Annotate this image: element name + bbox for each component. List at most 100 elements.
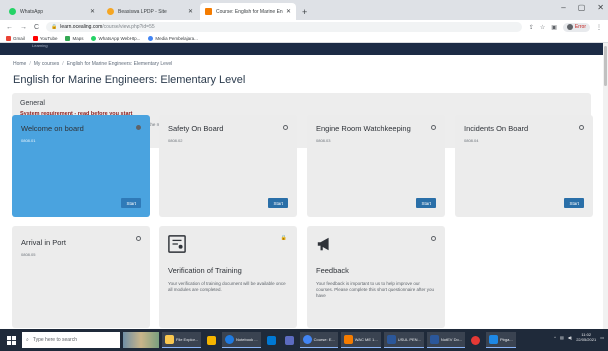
youtube-icon (32, 35, 38, 41)
avatar (566, 24, 573, 30)
menu-icon[interactable]: ⋮ (596, 24, 602, 31)
tab-label: Beasiswa LPDP - Site (118, 8, 167, 15)
taskbar-powerpoint[interactable]: WAC ME 1... (340, 332, 381, 348)
completion-status-icon (283, 125, 288, 130)
clock-date: 22/05/2021 (576, 337, 597, 342)
bookmark-label: WhatsApp WebHtp... (98, 35, 141, 41)
bookmark-youtube[interactable]: YouTube (32, 35, 57, 41)
breadcrumb-my-courses[interactable]: My courses (34, 61, 60, 70)
close-icon[interactable]: ✕ (286, 8, 291, 15)
clock[interactable]: 11:02 22/05/2021 (576, 332, 596, 342)
tab-search-icon[interactable]: ▣ (551, 24, 557, 31)
bookmark-gmail[interactable]: Gmail (6, 35, 25, 41)
breadcrumb-course[interactable]: English for Marine Engineers: Elementary… (67, 61, 173, 70)
taskbar-notebook[interactable]: Notebook ... (222, 332, 261, 348)
completion-status-icon (579, 125, 584, 130)
module-card-incidents[interactable]: Incidents On Board 0808.04 Start (455, 115, 593, 217)
module-card-feedback[interactable]: Feedback Your feedback is important to u… (307, 226, 445, 328)
navbar-text[interactable]: Learning (32, 43, 48, 48)
chevron-up-icon[interactable]: ^ (554, 335, 556, 340)
module-card-arrival[interactable]: Arrival in Port 0808.05 (12, 226, 150, 328)
forward-button[interactable]: → (20, 24, 27, 31)
notifications-icon[interactable]: ▭ (600, 335, 604, 340)
minimize-button[interactable]: – (561, 3, 565, 12)
start-button[interactable]: Start (416, 198, 436, 208)
tab-course[interactable]: Course: English for Marine Engin ✕ (200, 3, 296, 20)
mail-icon (266, 335, 276, 345)
folder-icon (165, 335, 174, 344)
bookmarks-bar: Gmail YouTube Maps WhatsApp WebHtp... Me… (0, 34, 608, 43)
module-code: 0808.01 (21, 138, 36, 143)
new-tab-button[interactable]: + (298, 3, 311, 20)
module-card-engine-room[interactable]: Engine Room Watchkeeping 0808.03 Start (307, 115, 445, 217)
close-icon[interactable]: ✕ (90, 8, 95, 15)
taskbar-file-explorer[interactable]: File Explor... (162, 332, 202, 348)
bookmark-label: Media Pembelajara... (155, 35, 198, 41)
chrome-icon (302, 335, 312, 344)
tab-label: WhatsApp (20, 8, 44, 15)
word-icon (386, 335, 396, 344)
module-card-welcome[interactable]: Welcome on board 0808.01 Start (12, 115, 150, 217)
star-icon[interactable]: ☆ (540, 24, 545, 31)
module-code: 0808.05 (21, 252, 36, 257)
module-title: Welcome on board (21, 124, 84, 133)
url-path: /course/view.php?id=55 (102, 24, 155, 30)
close-icon[interactable]: ✕ (188, 8, 193, 15)
taskbar-app[interactable] (468, 332, 483, 348)
windows-icon (6, 335, 16, 345)
taskbar-label: NotEV Do... (440, 337, 463, 342)
module-card-verification[interactable]: 🔒 Verification of Training Your verifica… (159, 226, 297, 328)
share-icon[interactable]: ⇪ (529, 24, 534, 31)
bookmark-maps[interactable]: Maps (65, 35, 83, 41)
taskbar-app[interactable] (264, 332, 279, 348)
reload-button[interactable]: C (34, 24, 39, 31)
close-window-button[interactable]: ✕ (597, 3, 604, 12)
taskbar-word[interactable]: USUL PEN... (383, 332, 424, 348)
taskbar-app[interactable] (204, 332, 219, 348)
bookmark-whatsapp[interactable]: WhatsApp WebHtp... (91, 35, 141, 41)
browser-tab-bar: WhatsApp ✕ Beasiswa LPDP - Site ✕ Course… (0, 0, 608, 20)
google-icon (148, 35, 154, 41)
completion-status-icon (431, 125, 436, 130)
volume-icon[interactable]: ◀) (568, 335, 572, 340)
site-navbar: Learning (0, 43, 603, 55)
scrollbar-thumb[interactable] (604, 46, 607, 86)
module-card-safety[interactable]: Safety On Board 0808.02 Start (159, 115, 297, 217)
page-scrollbar[interactable] (603, 43, 608, 329)
taskbar-word-2[interactable]: NotEV Do... (426, 332, 466, 348)
notebook-icon (225, 335, 235, 344)
start-button[interactable]: Start (268, 198, 288, 208)
whatsapp-favicon-icon (9, 8, 16, 15)
module-title: Feedback (316, 266, 349, 275)
taskbar-search-input[interactable]: ⌕ Type here to search (22, 332, 120, 348)
whatsapp-icon (91, 35, 97, 41)
photos-icon (489, 335, 499, 344)
network-icon[interactable]: ▤ (560, 335, 564, 340)
taskbar-label: Notebook ... (236, 337, 258, 342)
back-button[interactable]: ← (6, 24, 13, 31)
profile-button[interactable]: Error (562, 22, 590, 32)
word-icon (429, 335, 439, 344)
taskbar-label: USUL PEN... (397, 337, 421, 342)
app-icon (471, 335, 481, 345)
breadcrumb-separator: / (29, 61, 31, 67)
windows-start-button[interactable] (3, 332, 19, 348)
taskbar-chrome[interactable]: Course: E... (299, 332, 338, 348)
bookmark-media[interactable]: Media Pembelajara... (148, 35, 198, 41)
search-highlight-image[interactable] (123, 332, 159, 348)
start-button[interactable]: Start (564, 198, 584, 208)
url-input[interactable]: 🔒 learn.ocealing.com /course/view.php?id… (46, 22, 522, 32)
gmail-icon (6, 35, 11, 41)
page-title: English for Marine Engineers: Elementary… (13, 74, 246, 86)
tab-beasiswa[interactable]: Beasiswa LPDP - Site ✕ (102, 3, 198, 20)
taskbar-app[interactable] (282, 332, 297, 348)
breadcrumb-home[interactable]: Home (13, 61, 26, 70)
address-bar-row: ← → C 🔒 learn.ocealing.com /course/view.… (0, 20, 608, 34)
breadcrumb: Home / My courses / English for Marine E… (0, 55, 603, 70)
taskbar-photos[interactable]: Pbga... (486, 332, 516, 348)
tab-whatsapp[interactable]: WhatsApp ✕ (4, 3, 100, 20)
taskbar-label: Course: E... (313, 337, 335, 342)
start-button[interactable]: Start (121, 198, 141, 208)
maximize-button[interactable]: ▢ (578, 3, 586, 12)
module-code: 0808.04 (464, 138, 479, 143)
